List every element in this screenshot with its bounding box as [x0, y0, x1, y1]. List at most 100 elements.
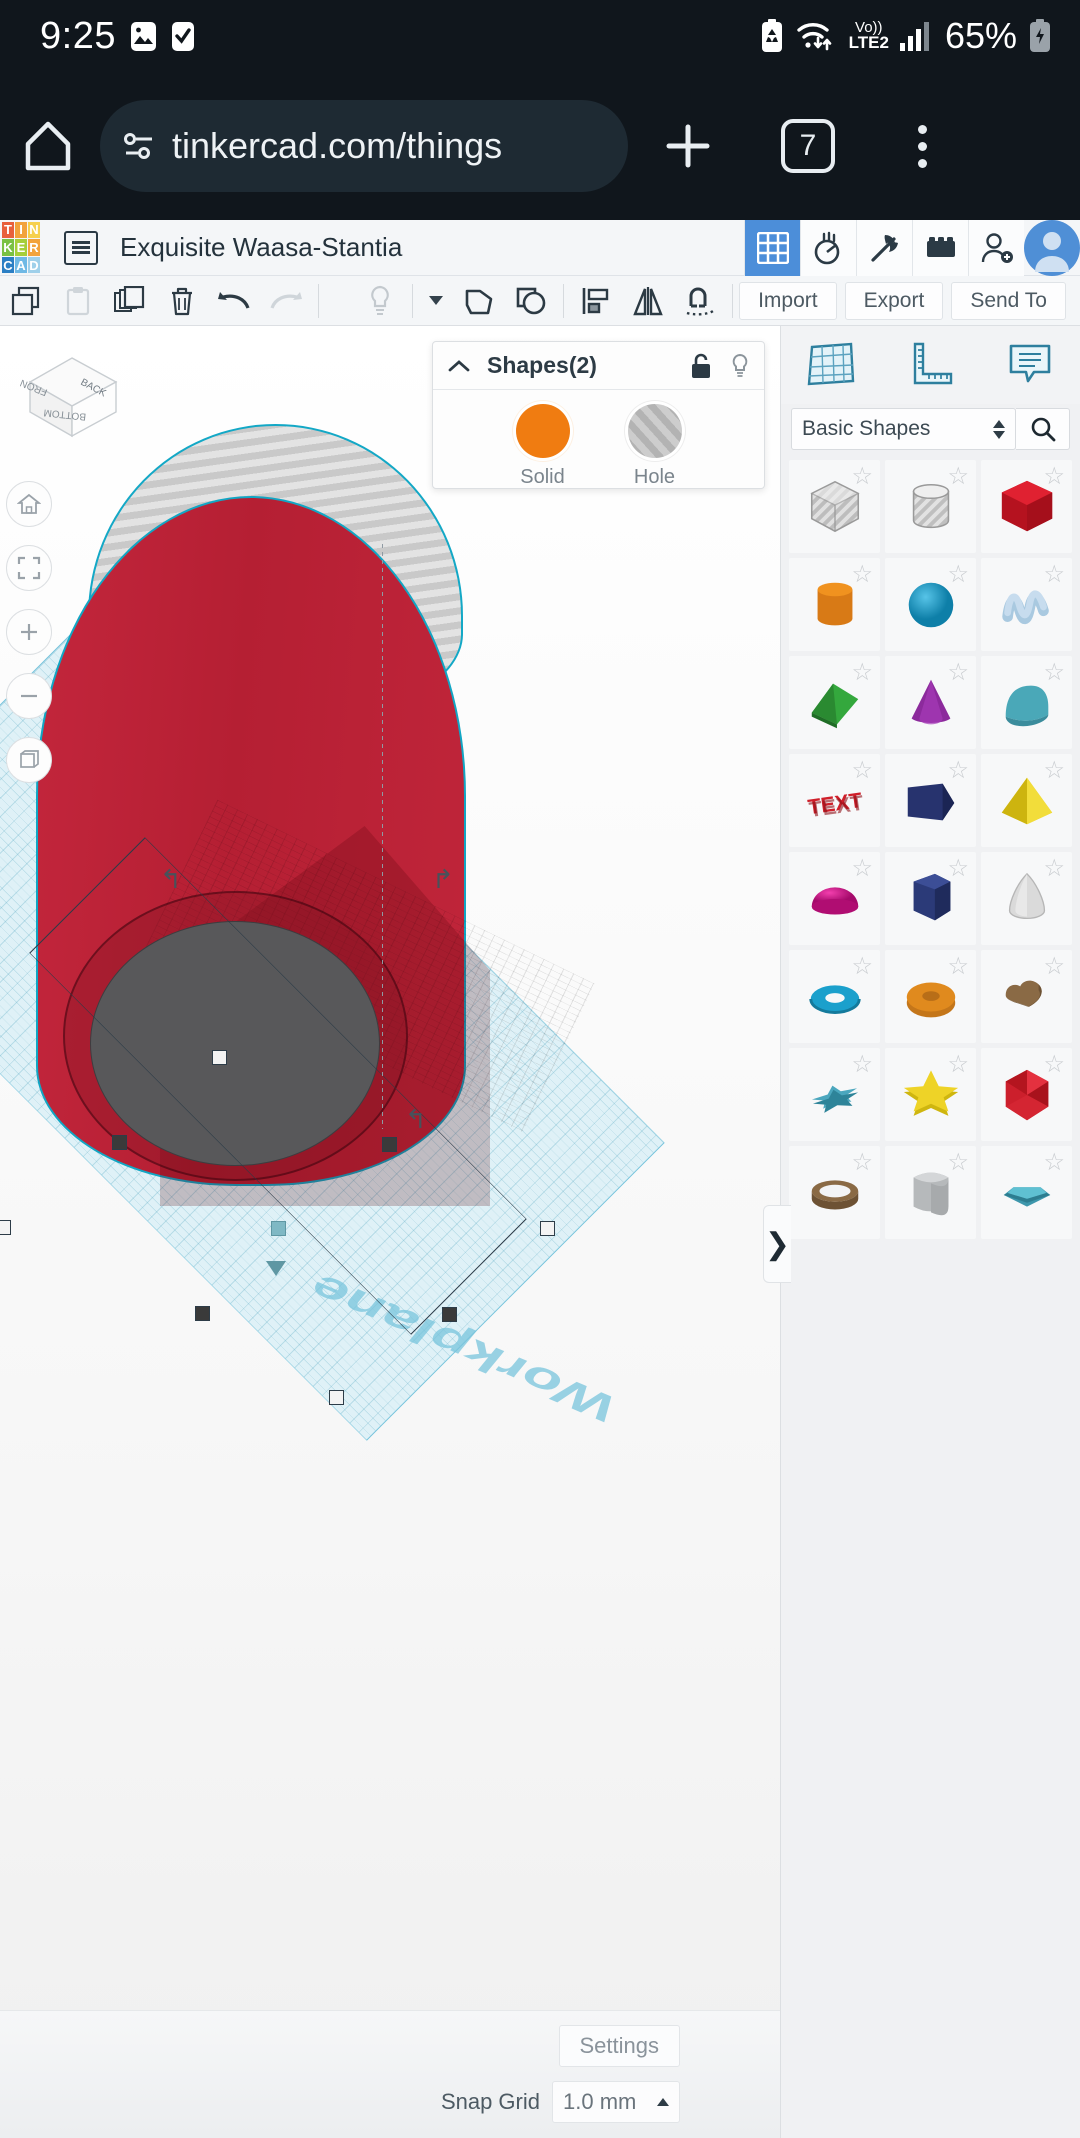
header-invite-button[interactable]	[968, 220, 1024, 276]
settings-button[interactable]: Settings	[558, 2025, 680, 2067]
chevron-up-icon[interactable]	[447, 358, 471, 374]
send-to-button[interactable]: Send To	[951, 281, 1066, 320]
star-outline-icon[interactable]: ☆	[851, 465, 873, 489]
new-tab-button[interactable]	[628, 120, 748, 172]
star-outline-icon[interactable]: ☆	[947, 563, 969, 587]
3d-canvas[interactable]: Workplane ↰ ↱ ↰ FRONT BACK BOTTOM	[0, 326, 780, 2138]
shape-item-gem[interactable]: ☆	[981, 1146, 1072, 1239]
resize-handle[interactable]	[195, 1306, 210, 1321]
rotate-handle[interactable]: ↰	[405, 1104, 427, 1135]
resize-handle[interactable]	[329, 1390, 344, 1405]
tab-switcher-button[interactable]: 7	[748, 119, 868, 173]
star-outline-icon[interactable]: ☆	[947, 1151, 969, 1175]
shape-item-paraboloid[interactable]: ☆	[981, 852, 1072, 945]
perspective-toggle-button[interactable]	[6, 737, 52, 783]
duplicate-button[interactable]	[104, 276, 156, 326]
star-outline-icon[interactable]: ☆	[1043, 661, 1065, 685]
sidebar-tab-notes[interactable]	[988, 326, 1072, 404]
header-lego-button[interactable]	[912, 220, 968, 276]
header-minecraft-button[interactable]	[856, 220, 912, 276]
copy-button[interactable]	[0, 276, 52, 326]
shape-item-pyramid[interactable]: ☆	[981, 754, 1072, 847]
browser-home-button[interactable]	[0, 120, 96, 172]
home-view-button[interactable]	[6, 481, 52, 527]
snap-magnet-button[interactable]	[674, 276, 726, 326]
star-outline-icon[interactable]: ☆	[1043, 1151, 1065, 1175]
ungroup-button[interactable]	[505, 276, 557, 326]
mirror-button[interactable]	[622, 276, 674, 326]
shape-item-donut[interactable]: ☆	[885, 950, 976, 1043]
lightbulb-icon[interactable]	[730, 353, 750, 379]
star-outline-icon[interactable]: ☆	[851, 857, 873, 881]
star-outline-icon[interactable]: ☆	[851, 563, 873, 587]
shape-item-box[interactable]: ☆	[981, 460, 1072, 553]
shape-item-round-roof[interactable]: ☆	[981, 656, 1072, 749]
undo-button[interactable]	[208, 276, 260, 326]
shape-item-polygon-prism[interactable]: ☆	[885, 754, 976, 847]
view-cube[interactable]: FRONT BACK BOTTOM	[13, 354, 125, 459]
shape-item-roof[interactable]: ☆	[789, 656, 880, 749]
delete-button[interactable]	[156, 276, 208, 326]
star-outline-icon[interactable]: ☆	[851, 661, 873, 685]
search-button[interactable]	[1016, 408, 1070, 450]
snap-grid-select[interactable]: 1.0 mm	[552, 2081, 680, 2123]
browser-more-menu-button[interactable]	[868, 124, 976, 168]
shape-item-polyhedron[interactable]: ☆	[981, 1048, 1072, 1141]
resize-handle[interactable]	[0, 1220, 11, 1235]
resize-handle[interactable]	[212, 1050, 227, 1065]
group-button[interactable]	[453, 276, 505, 326]
shape-item-sphere[interactable]: ☆	[885, 558, 976, 651]
rotate-handle[interactable]: ↰	[160, 864, 182, 895]
fit-to-view-button[interactable]	[6, 545, 52, 591]
shape-item-tube[interactable]: ☆	[789, 1146, 880, 1239]
star-outline-icon[interactable]: ☆	[947, 857, 969, 881]
header-simulator-button[interactable]	[800, 220, 856, 276]
unlocked-padlock-icon[interactable]	[690, 353, 712, 379]
zoom-in-button[interactable]	[6, 609, 52, 655]
star-outline-icon[interactable]: ☆	[1043, 1053, 1065, 1077]
shape-item-scribble[interactable]: ☆	[981, 558, 1072, 651]
star-outline-icon[interactable]: ☆	[1043, 563, 1065, 587]
shape-item-cylinder-hole[interactable]: ☆	[885, 460, 976, 553]
star-outline-icon[interactable]: ☆	[851, 955, 873, 979]
shape-item-star[interactable]: ☆	[885, 1048, 976, 1141]
solid-option[interactable]: Solid	[515, 404, 570, 489]
shape-item-torus[interactable]: ☆	[789, 950, 880, 1043]
import-button[interactable]: Import	[739, 281, 837, 320]
shape-item-heart[interactable]: ☆	[981, 950, 1072, 1043]
lightbulb-dropdown-button[interactable]	[419, 276, 453, 326]
shape-item-hexagonal-prism[interactable]: ☆	[885, 852, 976, 945]
shape-item-cylinder[interactable]: ☆	[789, 558, 880, 651]
star-outline-icon[interactable]: ☆	[851, 759, 873, 783]
export-button[interactable]: Export	[844, 281, 944, 320]
star-outline-icon[interactable]: ☆	[947, 465, 969, 489]
move-center-handle[interactable]	[271, 1221, 286, 1236]
lightbulb-button[interactable]	[354, 276, 406, 326]
shape-item-star-thin[interactable]: ☆	[789, 1048, 880, 1141]
header-grid-view-button[interactable]	[744, 220, 800, 276]
project-list-button[interactable]	[64, 230, 98, 265]
star-outline-icon[interactable]: ☆	[947, 661, 969, 685]
shape-item-rounded-cube[interactable]: ☆	[885, 1146, 976, 1239]
sidebar-tab-workplane[interactable]	[789, 326, 873, 404]
resize-handle[interactable]	[112, 1135, 127, 1150]
shape-item-half-sphere[interactable]: ☆	[789, 852, 880, 945]
star-outline-icon[interactable]: ☆	[1043, 759, 1065, 783]
star-outline-icon[interactable]: ☆	[947, 955, 969, 979]
rotate-handle[interactable]: ↱	[432, 864, 454, 895]
shape-category-select[interactable]: Basic Shapes	[791, 408, 1016, 450]
shape-item-text[interactable]: ☆ TEXT TEXT	[789, 754, 880, 847]
star-outline-icon[interactable]: ☆	[947, 759, 969, 783]
star-outline-icon[interactable]: ☆	[851, 1053, 873, 1077]
align-button[interactable]	[570, 276, 622, 326]
star-outline-icon[interactable]: ☆	[1043, 955, 1065, 979]
star-outline-icon[interactable]: ☆	[1043, 857, 1065, 881]
shape-item-box-hole[interactable]: ☆	[789, 460, 880, 553]
redo-button[interactable]	[260, 276, 312, 326]
url-bar[interactable]: tinkercad.com/things	[100, 100, 628, 192]
resize-handle[interactable]	[382, 1137, 397, 1152]
height-handle[interactable]	[266, 1261, 286, 1276]
zoom-out-button[interactable]	[6, 673, 52, 719]
shape-item-cone[interactable]: ☆	[885, 656, 976, 749]
star-outline-icon[interactable]: ☆	[851, 1151, 873, 1175]
